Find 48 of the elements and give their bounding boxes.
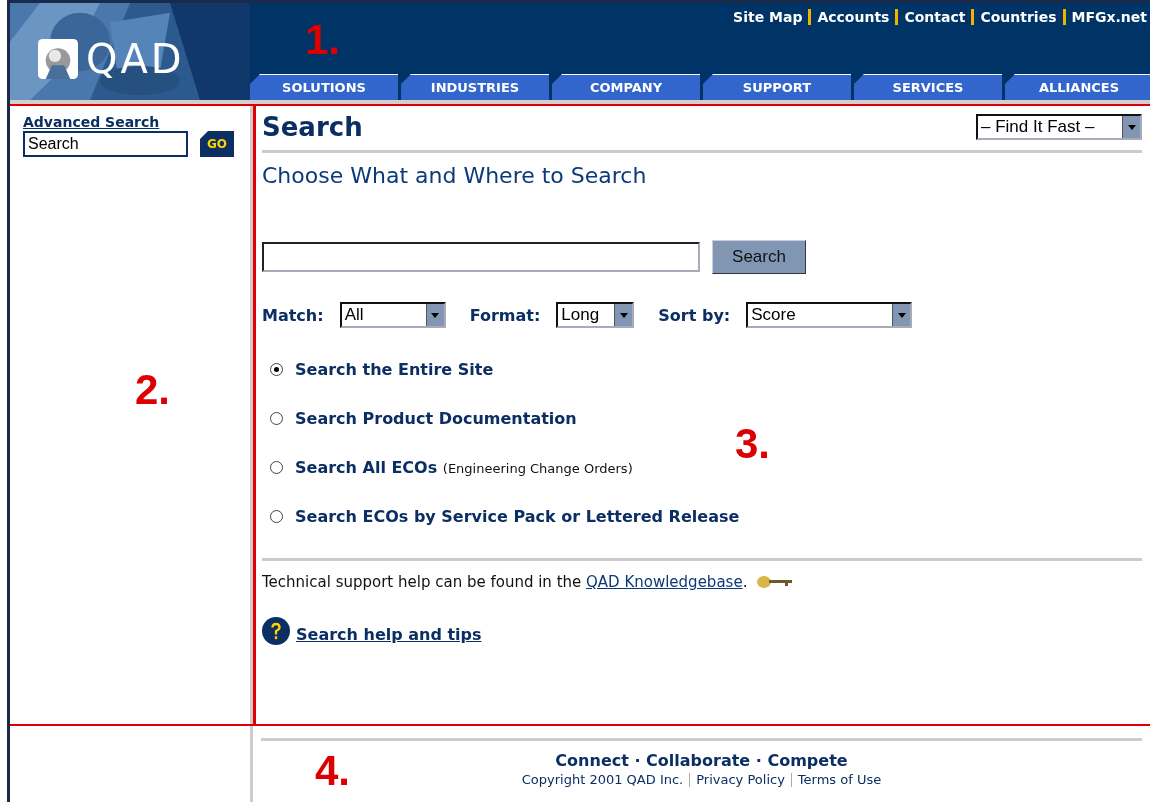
- help-link[interactable]: Search help and tips: [296, 624, 482, 644]
- footer-link[interactable]: Privacy Policy: [696, 772, 785, 787]
- page-title: Search: [262, 112, 363, 142]
- nav-tab[interactable]: INDUSTRIES: [401, 74, 549, 100]
- footer-link[interactable]: Terms of Use: [797, 772, 882, 787]
- key-icon: [757, 575, 794, 589]
- search-field[interactable]: Search: [23, 131, 188, 157]
- dropdown[interactable]: Long: [556, 302, 635, 328]
- radio-button[interactable]: [270, 363, 283, 376]
- tagline: Connect · Collaborate · Compete: [555, 751, 848, 770]
- filter-label: Match:: [262, 305, 324, 325]
- go-button[interactable]: GO: [200, 131, 234, 157]
- nav-tab[interactable]: SERVICES: [854, 74, 1002, 100]
- query-field[interactable]: [262, 242, 700, 272]
- help-icon: [262, 617, 290, 645]
- nav-tab[interactable]: COMPANY: [552, 74, 700, 100]
- radio-button[interactable]: [270, 461, 283, 474]
- top-nav-link[interactable]: Countries: [980, 9, 1057, 25]
- annotation-number: 4.: [315, 750, 351, 792]
- annotation-number: 3.: [735, 423, 771, 465]
- radio-button[interactable]: [270, 412, 283, 425]
- support-text: Technical support help can be found in the QAD Knowledgebase.: [262, 573, 748, 591]
- option-label: Search ECOs by Service Pack or Lettered Release: [295, 507, 740, 526]
- top-nav-link[interactable]: MFGx.net: [1071, 9, 1147, 25]
- annotation-number: 2.: [135, 369, 171, 411]
- search-button[interactable]: Search: [712, 240, 806, 274]
- logo-icon: [38, 39, 78, 79]
- option-label: Search All ECOs (Engineering Change Orders): [295, 458, 633, 477]
- top-nav-link[interactable]: Contact: [904, 9, 966, 25]
- filter-label: Format:: [469, 305, 541, 325]
- annotation-number: 1.: [305, 19, 341, 61]
- logo-text: QAD: [86, 39, 185, 79]
- option-label: Search the Entire Site: [295, 360, 494, 379]
- top-nav-link[interactable]: Accounts: [817, 9, 890, 25]
- nav-tab[interactable]: SUPPORT: [703, 74, 851, 100]
- option-label: Search Product Documentation: [295, 409, 577, 428]
- advanced-search-link[interactable]: Advanced Search: [23, 114, 250, 130]
- knowledgebase-link[interactable]: QAD Knowledgebase: [586, 573, 743, 591]
- radio-button[interactable]: [270, 510, 283, 523]
- dropdown[interactable]: All: [339, 302, 446, 328]
- dropdown[interactable]: Score: [746, 302, 913, 328]
- copyright-text: Copyright 2001 QAD Inc.: [521, 772, 684, 787]
- nav-tab[interactable]: SOLUTIONS: [250, 74, 398, 100]
- nav-tab[interactable]: ALLIANCES: [1005, 74, 1150, 100]
- filter-label: Sort by:: [658, 305, 731, 325]
- top-nav-link[interactable]: Site Map: [733, 9, 803, 25]
- find-it-fast-dropdown[interactable]: – Find It Fast –: [976, 114, 1142, 140]
- section-heading: Choose What and Where to Search: [262, 163, 648, 188]
